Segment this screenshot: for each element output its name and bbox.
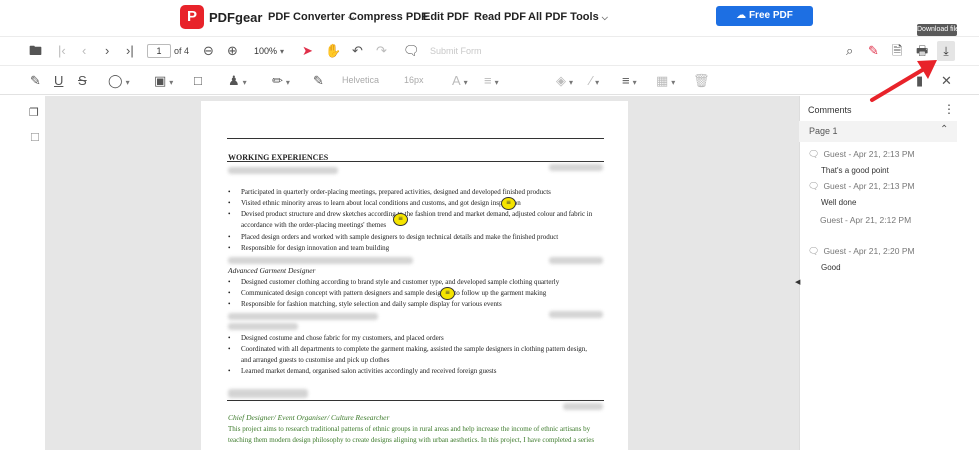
red-arrow-annotation <box>870 60 937 102</box>
